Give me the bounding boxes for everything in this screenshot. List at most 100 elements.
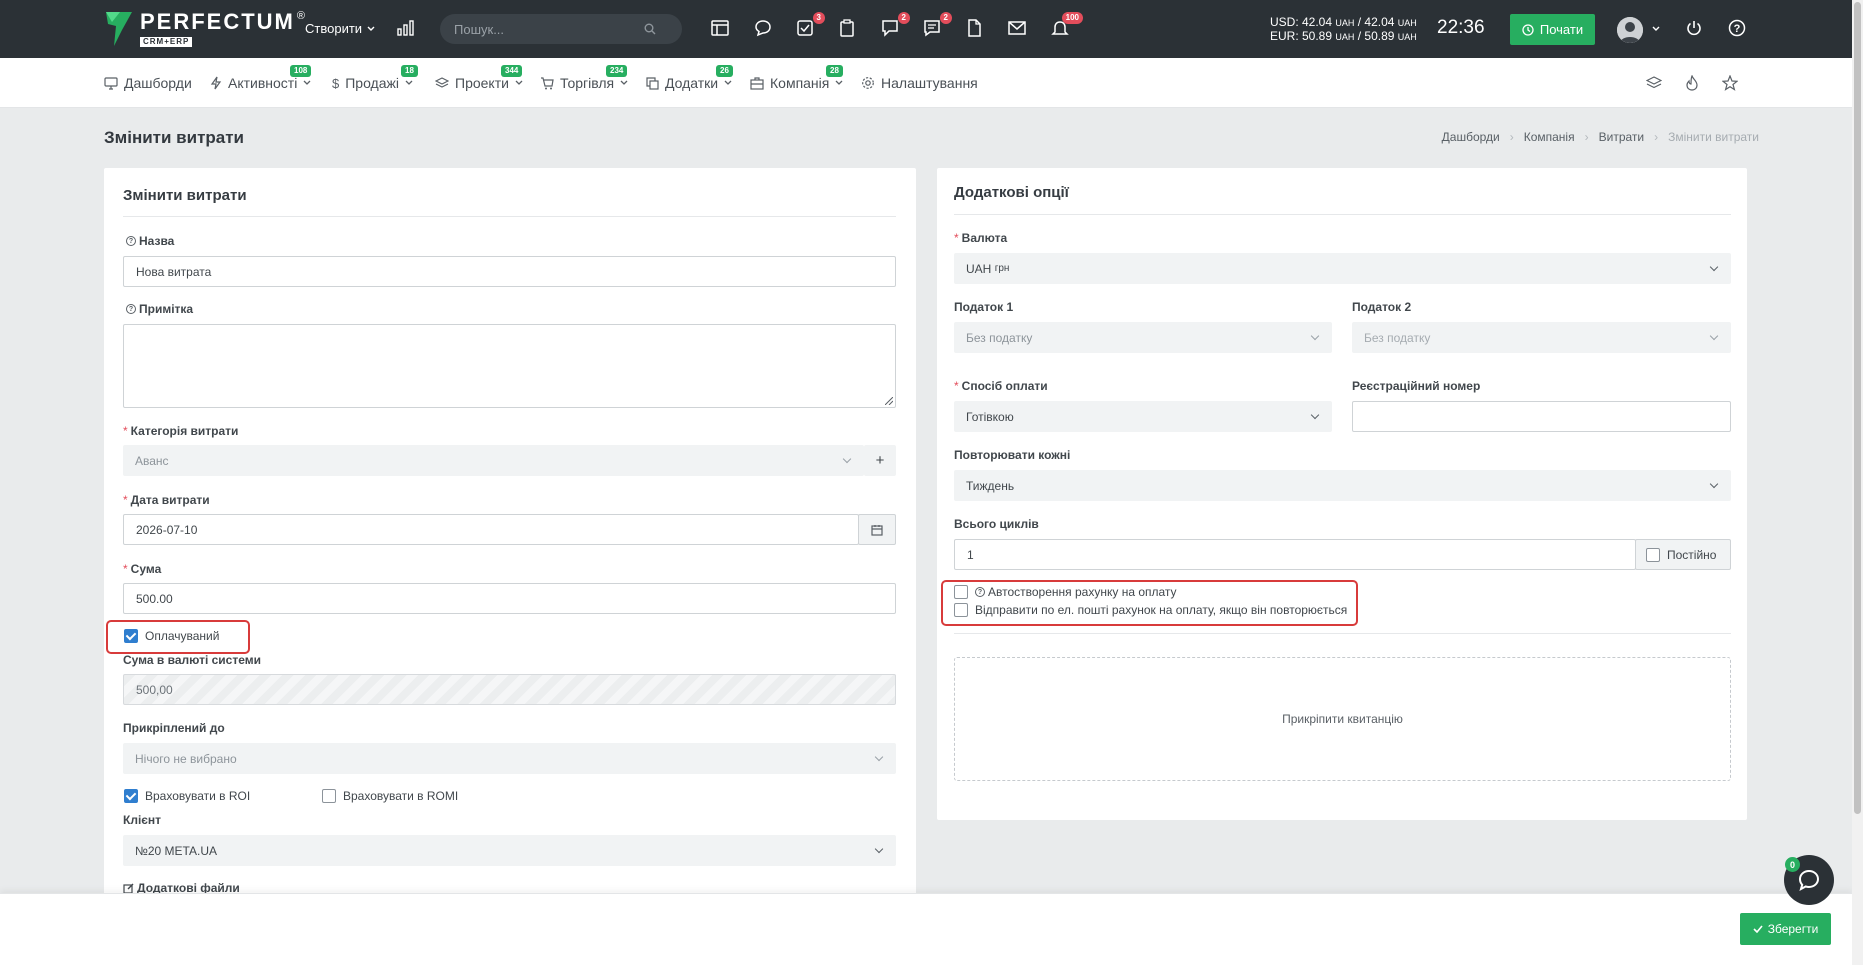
nav-item-trade[interactable]: Торгівля 234: [540, 65, 628, 91]
user-menu-chevron-icon[interactable]: [1652, 26, 1660, 32]
search-input[interactable]: [454, 21, 644, 37]
regnum-label: Реєстраційний номер: [1352, 379, 1481, 393]
name-field[interactable]: Нова витрата: [123, 256, 896, 287]
copy-icon: [646, 76, 659, 90]
avatar[interactable]: [1617, 17, 1643, 43]
repeat-select[interactable]: Тиждень: [954, 470, 1731, 501]
nav-item-activities[interactable]: Активності 108: [210, 65, 312, 91]
attached-select[interactable]: Нічого не вибрано: [123, 743, 896, 774]
nav-item-projects[interactable]: Проекти 344: [435, 65, 523, 91]
category-select[interactable]: Аванс: [123, 445, 864, 476]
romi-label: Враховувати в ROMI: [343, 789, 459, 803]
panel-title: Змінити витрати: [123, 187, 247, 204]
scrollbar-thumb[interactable]: [1854, 2, 1861, 814]
cycles-label: Всього циклів: [954, 517, 1039, 531]
checkbox-unchecked[interactable]: [322, 789, 336, 803]
breadcrumb-separator: ›: [1654, 130, 1659, 144]
layers-icon[interactable]: [1644, 73, 1664, 93]
breadcrumb-item[interactable]: Компанія: [1524, 130, 1575, 144]
tax1-label: Податок 1: [954, 300, 1014, 314]
roi-label: Враховувати в ROI: [145, 789, 251, 803]
nav-item-addons[interactable]: Додатки 26: [646, 65, 733, 91]
amount-label: * Сума: [123, 562, 162, 576]
reports-chart-icon[interactable]: [395, 17, 417, 39]
required-marker: *: [123, 424, 128, 438]
nav-badge: 18: [401, 65, 418, 77]
nav-label: Додатки: [665, 75, 719, 91]
payment-select[interactable]: Готівкою: [954, 401, 1332, 432]
romi-checkbox[interactable]: Враховувати в ROMI: [322, 789, 458, 803]
breadcrumb: Дашборди › Компанія › Витрати › Змінити …: [1442, 130, 1759, 144]
clipboard-icon[interactable]: [836, 17, 858, 39]
billable-checkbox[interactable]: Оплачуваний: [124, 629, 219, 643]
nav-item-settings[interactable]: Налаштування: [861, 75, 978, 91]
repeat-value: Тиждень: [966, 478, 1015, 493]
support-chat-icon[interactable]: 2: [879, 12, 910, 39]
nav-label: Проекти: [455, 75, 509, 91]
search-icon[interactable]: [644, 23, 656, 35]
roi-checkbox[interactable]: Враховувати в ROI: [124, 789, 250, 803]
star-icon[interactable]: [1720, 73, 1740, 93]
nav-badge: 234: [606, 65, 628, 77]
breadcrumb-item[interactable]: Витрати: [1599, 130, 1645, 144]
permanent-checkbox[interactable]: Постійно: [1635, 539, 1731, 570]
currency-sub: грн: [994, 263, 1010, 274]
add-category-button[interactable]: +: [864, 445, 896, 476]
tax1-select[interactable]: Без податку: [954, 322, 1332, 353]
nav-item-company[interactable]: Компанія 28: [750, 65, 843, 91]
receipt-dropzone[interactable]: Прикріпити квитанцію: [954, 657, 1731, 781]
clock: 22:36: [1437, 17, 1485, 38]
tasks-icon[interactable]: 3: [794, 12, 825, 39]
checkbox-unchecked[interactable]: [954, 585, 968, 599]
email-invoice-checkbox[interactable]: Відправити по ел. пошті рахунок на оплат…: [954, 603, 1347, 617]
tax2-value: Без податку: [1364, 330, 1431, 345]
name-value: Нова витрата: [136, 264, 212, 279]
amount-field[interactable]: 500.00: [123, 583, 896, 614]
resize-handle-icon[interactable]: [885, 397, 893, 405]
save-button[interactable]: Зберегти: [1740, 913, 1831, 945]
start-label: Почати: [1539, 22, 1584, 37]
question-icon[interactable]: ?: [975, 587, 985, 597]
help-icon[interactable]: ?: [1726, 17, 1748, 39]
document-icon[interactable]: [963, 17, 985, 39]
client-value: №20 META.UA: [135, 843, 218, 858]
calendar-button[interactable]: [858, 514, 896, 545]
checkbox-unchecked[interactable]: [1646, 547, 1660, 562]
start-timer-button[interactable]: Почати: [1510, 14, 1595, 45]
fire-icon[interactable]: [1682, 73, 1702, 93]
messages-icon[interactable]: 2: [921, 12, 952, 39]
chat-bubble-icon[interactable]: [752, 17, 774, 39]
date-label: * Дата витрати: [123, 493, 210, 507]
currency-select[interactable]: UAH грн: [954, 253, 1731, 284]
mail-icon[interactable]: [1006, 17, 1028, 39]
divider: [954, 214, 1731, 215]
auto-invoice-checkbox[interactable]: ? Автостворення рахунку на оплату: [954, 585, 1177, 599]
breadcrumb-item[interactable]: Дашборди: [1442, 130, 1500, 144]
monitor-icon: [104, 76, 118, 90]
search-box[interactable]: [440, 14, 682, 44]
tax2-select[interactable]: Без податку: [1352, 322, 1731, 353]
main-navigation: Дашборди Активності 108 $ Продажі 18 Про…: [0, 58, 1852, 108]
logo[interactable]: PERFECTUM ® CRM+ERP: [104, 9, 305, 47]
nav-item-dashboards[interactable]: Дашборди: [104, 75, 192, 91]
repeat-label: Повторювати кожні: [954, 448, 1071, 462]
question-icon[interactable]: ?: [126, 304, 136, 314]
breadcrumb-separator: ›: [1509, 130, 1514, 144]
question-icon[interactable]: ?: [126, 236, 136, 246]
power-icon[interactable]: [1683, 17, 1705, 39]
create-menu-button[interactable]: Створити: [305, 21, 375, 36]
logo-text: PERFECTUM: [140, 9, 295, 34]
kanban-icon[interactable]: [709, 17, 731, 39]
nav-badge: 344: [501, 65, 523, 77]
note-textarea[interactable]: [123, 324, 896, 408]
client-select[interactable]: №20 META.UA: [123, 835, 896, 866]
checkbox-unchecked[interactable]: [954, 603, 968, 617]
top-bar: PERFECTUM ® CRM+ERP Створити 3 2 2: [0, 0, 1852, 58]
nav-item-sales[interactable]: $ Продажі 18: [332, 65, 418, 91]
regnum-field[interactable]: [1352, 401, 1731, 432]
checkbox-checked[interactable]: [124, 789, 138, 803]
cycles-field[interactable]: 1: [954, 539, 1636, 570]
notifications-bell-icon[interactable]: 100: [1049, 12, 1083, 39]
checkbox-checked[interactable]: [124, 629, 138, 643]
date-field[interactable]: 2026-07-10: [123, 514, 859, 545]
